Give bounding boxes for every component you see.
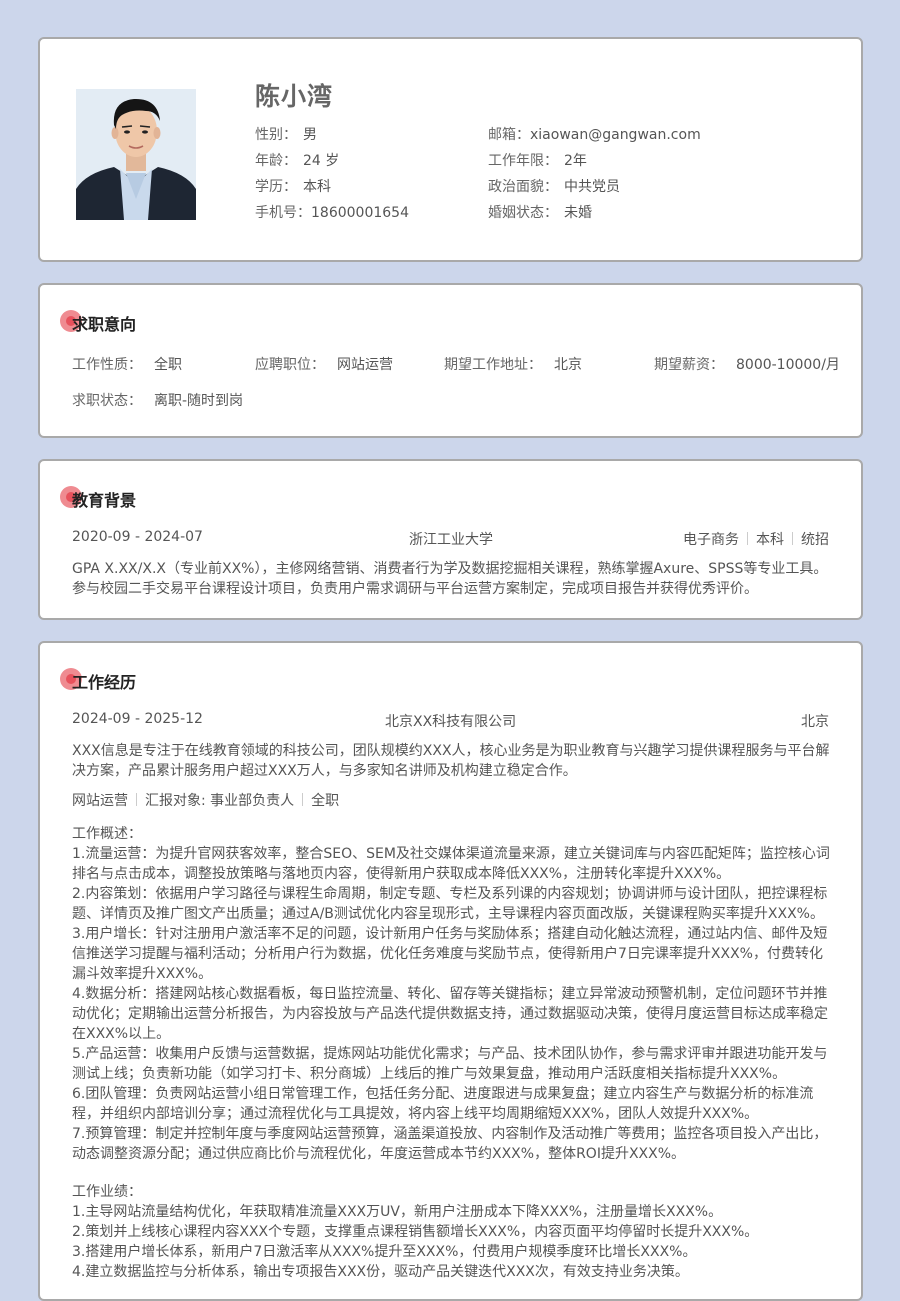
years-field: 工作年限： 2年 (488, 150, 587, 170)
overview-line: 题、详情页及推广图文产出质量；通过A/B测试优化内容呈现形式，主导课程内容页面改… (72, 906, 824, 922)
achievement-line: 4.建立数据监控与分析体系，输出专项报告XXX份，驱动产品关键迭代XXX次，有效… (72, 1264, 689, 1280)
company-desc-line: XXX信息是专注于在线教育领域的科技公司，团队规模约XXX人，核心业务是为职业教… (72, 743, 830, 759)
profile-card: 陈小湾 性别： 男 年龄： 24 岁 学历： 本科 手机号：18600001654 邮… (38, 37, 863, 262)
degree-tag: 本科 (756, 532, 784, 548)
work-period: 2024-09 - 2025-12 (72, 711, 203, 727)
political-label: 政治面貌： (488, 179, 558, 195)
overview-line: 信推送学习提醒与福利活动；分析用户行为数据，优化任务难度与奖励节点，使得新用户7… (72, 946, 823, 962)
gender-value: 男 (303, 127, 317, 143)
achievement-line: 2.策划并上线核心课程内容XXX个专题，支撑重点课程销售额增长XXX%，内容页面… (72, 1224, 759, 1240)
marital-value: 未婚 (564, 205, 592, 221)
divider (136, 793, 137, 806)
school-name: 浙江工业大学 (409, 532, 493, 548)
education-description: GPA X.XX/X.X（专业前XX%），主修网络营销、消费者行为学及数据挖掘相… (72, 559, 832, 599)
achievement-line: 3.搭建用户增长体系，新用户7日激活率从XXX%提升至XXX%，付费用户规模季度… (72, 1244, 697, 1260)
overview-line: 2.内容策划：依据用户学习路径与课程生命周期，制定专题、专栏及系列课的内容规划；… (72, 886, 828, 902)
work-city: 北京 (801, 714, 829, 730)
overview-line: 在XXX%以上。 (72, 1026, 171, 1042)
candidate-name: 陈小湾 (255, 82, 334, 111)
work-overview: 工作概述： 1.流量运营：为提升官网获客效率，整合SEO、SEM及社交媒体渠道流… (72, 824, 832, 1164)
job-type-value: 全职 (154, 357, 182, 373)
divider (747, 532, 748, 545)
enroll-tag: 统招 (801, 532, 829, 548)
role-tag: 网站运营 (72, 793, 128, 809)
profile-photo (76, 89, 196, 220)
status-value: 离职-随时到岗 (154, 393, 244, 409)
position-value: 网站运营 (337, 357, 393, 373)
role-tags: 网站运营 汇报对象: 事业部负责人 全职 (72, 790, 339, 810)
marital-label: 婚姻状态： (488, 205, 558, 221)
overview-line: 1.流量运营：为提升官网获客效率，整合SEO、SEM及社交媒体渠道流量来源，建立… (72, 846, 830, 862)
location-value: 北京 (554, 357, 582, 373)
overview-line: 6.团队管理：负责网站运营小组日常管理工作，包括任务分配、进度跟进与成果复盘；建… (72, 1086, 814, 1102)
overview-line: 5.产品运营：收集用户反馈与运营数据，提炼网站功能优化需求；与产品、技术团队协作… (72, 1046, 828, 1062)
report-to-tag: 汇报对象: 事业部负责人 (145, 793, 295, 809)
overview-line: 3.用户增长：针对注册用户激活率不足的问题，设计新用户任务与奖励体系；搭建自动化… (72, 926, 828, 942)
email-label: 邮箱： (488, 127, 530, 143)
section-title: 工作经历 (72, 673, 137, 692)
education-value: 本科 (303, 179, 331, 195)
status-label: 求职状态： (72, 393, 142, 409)
salary-field: 期望薪资： 8000-10000/月 (654, 354, 840, 374)
salary-label: 期望薪资： (654, 357, 724, 373)
education-card: 教育背景 2020-09 - 2024-07 浙江工业大学 电子商务 本科 统招 G… (38, 459, 863, 620)
overview-line: 7.预算管理：制定并控制年度与季度网站运营预算，涵盖渠道投放、内容制作及活动推广… (72, 1126, 828, 1142)
achievement-line: 1.主导网站流量结构优化，年获取精准流量XXX万UV，新用户注册成本下降XXX%… (72, 1204, 723, 1220)
section-title: 求职意向 (72, 315, 137, 334)
status-field: 求职状态： 离职-随时到岗 (72, 390, 243, 410)
gender-label: 性别： (255, 127, 297, 143)
job-type-tag: 全职 (311, 793, 340, 809)
job-intent-card: 求职意向 工作性质： 全职 应聘职位： 网站运营 期望工作地址： 北京 期望薪资： 80… (38, 283, 863, 438)
gender-field: 性别： 男 (255, 124, 317, 144)
marital-field: 婚姻状态： 未婚 (488, 202, 592, 222)
overview-line: 程，并组织内部培训分享；通过流程优化与工具提效，将内容上线平均周期缩短XXX%，… (72, 1106, 759, 1122)
overview-line: 排名与点击成本，调整投放策略与落地页内容，使得新用户获取成本降低XXX%，注册转… (72, 866, 731, 882)
position-label: 应聘职位： (255, 357, 325, 373)
work-experience-card: 工作经历 2024-09 - 2025-12 北京XX科技有限公司 北京 XXX… (38, 641, 863, 1301)
political-value: 中共党员 (564, 179, 620, 195)
company-description: XXX信息是专注于在线教育领域的科技公司，团队规模约XXX人，核心业务是为职业教… (72, 741, 832, 781)
education-field: 学历： 本科 (255, 176, 331, 196)
phone-field: 手机号：18600001654 (255, 202, 409, 222)
overview-line: 4.数据分析：搭建网站核心数据看板，每日监控流量、转化、留存等关键指标；建立异常… (72, 986, 828, 1002)
location-field: 期望工作地址： 北京 (444, 354, 582, 374)
political-field: 政治面貌： 中共党员 (488, 176, 620, 196)
overview-title: 工作概述： (72, 826, 142, 842)
phone-label: 手机号： (255, 205, 311, 221)
overview-line: 漏斗效率提升XXX%。 (72, 966, 213, 982)
major-tag: 电子商务 (683, 532, 739, 548)
salary-value: 8000-10000/月 (736, 357, 840, 373)
divider (792, 532, 793, 545)
education-desc-line: GPA X.XX/X.X（专业前XX%），主修网络营销、消费者行为学及数据挖掘相… (72, 561, 828, 577)
email-value: xiaowan@gangwan.com (530, 127, 701, 143)
years-value: 2年 (564, 153, 587, 169)
divider (302, 793, 304, 806)
location-label: 期望工作地址： (444, 357, 542, 373)
overview-line: 动态调整资源分配；通过供应商比价与流程优化，年度运营成本节约XXX%，整体ROI… (72, 1146, 686, 1162)
education-period: 2020-09 - 2024-07 (72, 529, 203, 545)
phone-value: 18600001654 (311, 205, 409, 221)
age-label: 年龄： (255, 153, 297, 169)
education-tags: 电子商务 本科 统招 (683, 529, 829, 549)
work-achievements: 工作业绩： 1.主导网站流量结构优化，年获取精准流量XXX万UV，新用户注册成本… (72, 1182, 832, 1282)
achievement-title: 工作业绩： (72, 1184, 142, 1200)
position-field: 应聘职位： 网站运营 (255, 354, 393, 374)
section-title: 教育背景 (72, 491, 137, 510)
company-desc-line: 决方案，产品累计服务用户超过XXX万人，与多家知名讲师及机构建立稳定合作。 (72, 763, 577, 779)
company-name: 北京XX科技有限公司 (385, 714, 517, 730)
job-type-field: 工作性质： 全职 (72, 354, 182, 374)
years-label: 工作年限： (488, 153, 558, 169)
overview-line: 测试上线；负责新功能（如学习打卡、积分商城）上线后的推广与效果复盘，推动用户活跃… (72, 1066, 787, 1082)
education-label: 学历： (255, 179, 297, 195)
person-avatar-image (76, 89, 196, 220)
age-value: 24 岁 (303, 153, 340, 169)
job-type-label: 工作性质： (72, 357, 142, 373)
overview-line: 动优化；定期输出运营分析报告，为内容投放与产品迭代提供数据支持，通过数据驱动决策… (72, 1006, 828, 1022)
email-field: 邮箱：xiaowan@gangwan.com (488, 124, 701, 144)
education-desc-line: 参与校园二手交易平台课程设计项目，负责用户需求调研与平台运营方案制定，完成项目报… (72, 581, 758, 597)
age-field: 年龄： 24 岁 (255, 150, 339, 170)
